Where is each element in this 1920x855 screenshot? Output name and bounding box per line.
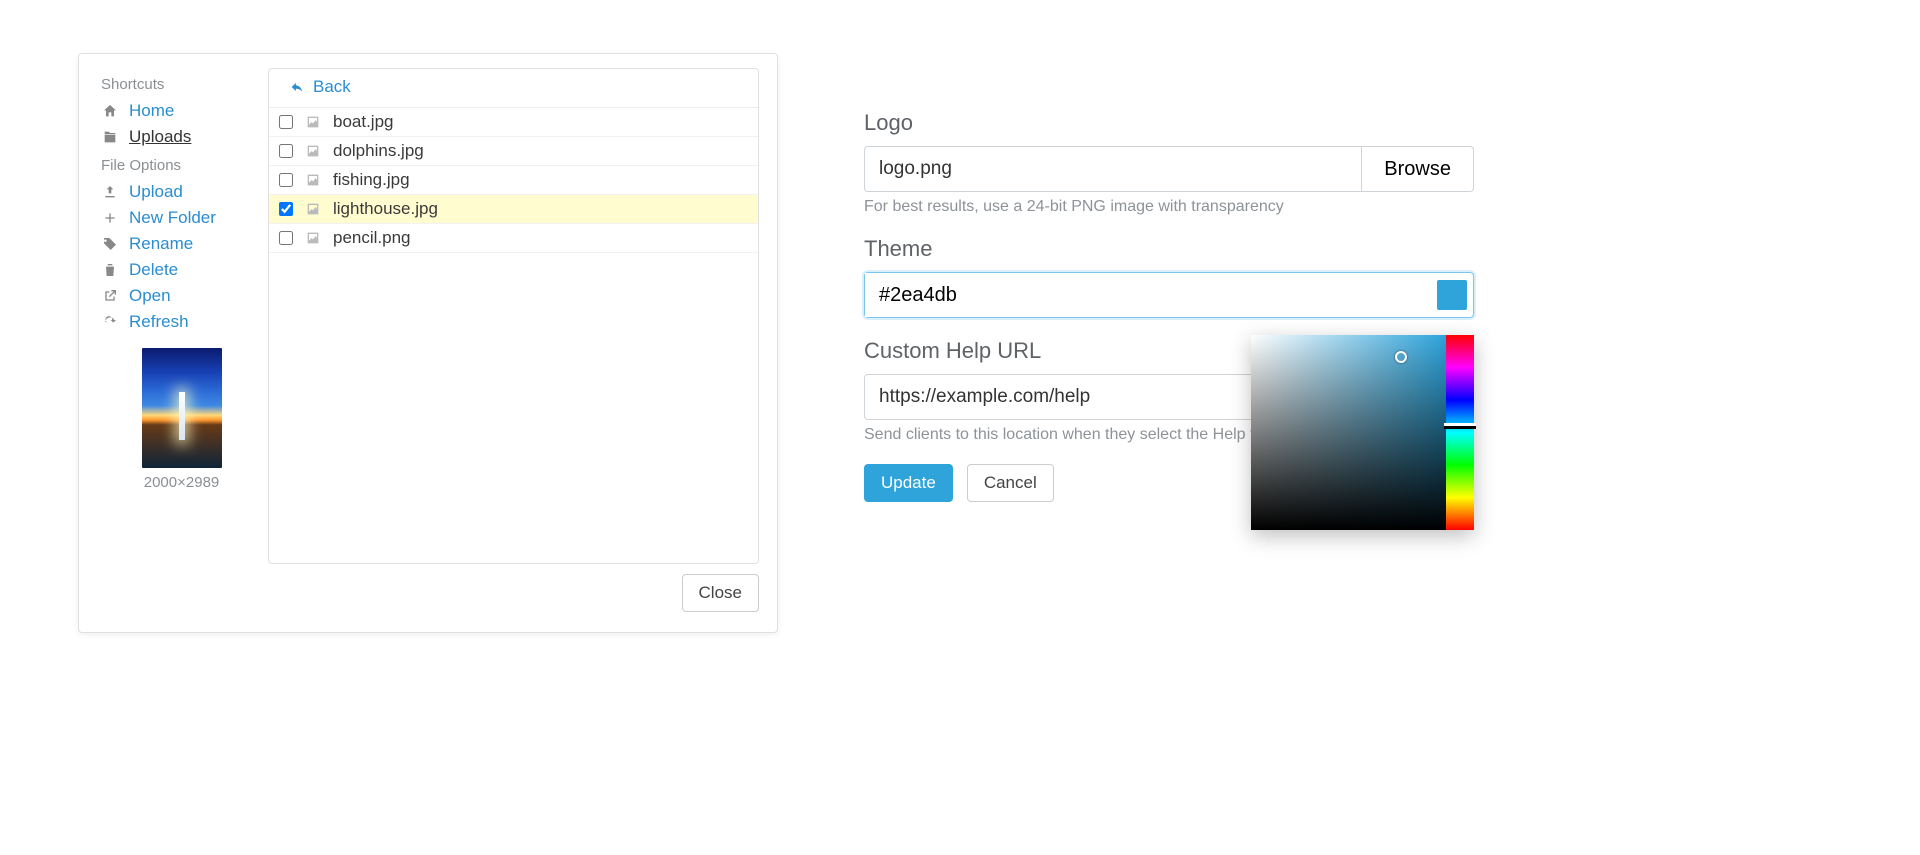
file-options-header: File Options — [101, 157, 262, 174]
file-browser: Shortcuts Home Uploads File Options Uploa… — [78, 53, 778, 633]
browse-button[interactable]: Browse — [1361, 146, 1474, 192]
file-name: dolphins.jpg — [333, 141, 748, 161]
color-picker-hue-marker[interactable] — [1444, 423, 1476, 429]
plus-icon — [101, 210, 119, 226]
logo-input[interactable] — [864, 146, 1361, 192]
back-row: Back — [269, 69, 758, 108]
action-label: Rename — [129, 234, 193, 254]
theme-input-group — [864, 272, 1474, 318]
image-icon — [305, 201, 321, 217]
back-label: Back — [313, 77, 351, 97]
preview-thumbnail — [142, 348, 222, 468]
file-checkbox[interactable] — [279, 173, 293, 187]
color-picker-sv[interactable] — [1251, 335, 1446, 530]
file-browser-sidebar: Shortcuts Home Uploads File Options Uploa… — [93, 54, 268, 564]
file-preview: 2000×2989 — [101, 348, 262, 491]
file-checkbox[interactable] — [279, 144, 293, 158]
theme-swatch[interactable] — [1437, 280, 1467, 310]
update-button[interactable]: Update — [864, 464, 953, 502]
sidebar-item-home[interactable]: Home — [101, 101, 262, 121]
file-name: boat.jpg — [333, 112, 748, 132]
sidebar-item-label: Home — [129, 101, 174, 121]
file-row[interactable]: pencil.png — [269, 224, 758, 253]
action-new-folder[interactable]: New Folder — [101, 208, 262, 228]
action-open[interactable]: Open — [101, 286, 262, 306]
trash-icon — [101, 262, 119, 278]
file-name: pencil.png — [333, 228, 748, 248]
file-name: lighthouse.jpg — [333, 199, 748, 219]
action-label: Refresh — [129, 312, 189, 332]
close-button[interactable]: Close — [682, 574, 759, 612]
sidebar-item-label: Uploads — [129, 127, 191, 147]
file-options-list: Upload New Folder Rename Delete Open Refresh — [101, 182, 262, 332]
file-row[interactable]: dolphins.jpg — [269, 137, 758, 166]
action-label: Upload — [129, 182, 183, 202]
action-label: Open — [129, 286, 171, 306]
image-icon — [305, 114, 321, 130]
preview-dimensions: 2000×2989 — [101, 474, 262, 491]
action-label: New Folder — [129, 208, 216, 228]
upload-icon — [101, 184, 119, 200]
action-rename[interactable]: Rename — [101, 234, 262, 254]
shortcuts-list: Home Uploads — [101, 101, 262, 147]
action-refresh[interactable]: Refresh — [101, 312, 262, 332]
file-list: boat.jpg dolphins.jpg fishing.jpg lighthous… — [269, 108, 758, 563]
shortcuts-header: Shortcuts — [101, 76, 262, 93]
image-icon — [305, 143, 321, 159]
file-row[interactable]: fishing.jpg — [269, 166, 758, 195]
back-link[interactable]: Back — [289, 77, 351, 97]
file-row[interactable]: lighthouse.jpg — [269, 195, 758, 224]
theme-input[interactable] — [865, 273, 1437, 317]
color-picker-hue[interactable] — [1446, 335, 1474, 530]
external-icon — [101, 288, 119, 304]
tag-icon — [101, 236, 119, 252]
action-label: Delete — [129, 260, 178, 280]
logo-hint: For best results, use a 24-bit PNG image… — [864, 198, 1474, 216]
color-picker-cursor[interactable] — [1395, 351, 1407, 363]
home-icon — [101, 103, 119, 119]
theme-label: Theme — [864, 236, 1474, 262]
refresh-icon — [101, 314, 119, 330]
file-checkbox[interactable] — [279, 231, 293, 245]
file-checkbox[interactable] — [279, 115, 293, 129]
folder-icon — [101, 129, 119, 145]
image-icon — [305, 172, 321, 188]
file-row[interactable]: boat.jpg — [269, 108, 758, 137]
sidebar-item-uploads[interactable]: Uploads — [101, 127, 262, 147]
file-name: fishing.jpg — [333, 170, 748, 190]
logo-label: Logo — [864, 110, 1474, 136]
color-picker — [1251, 335, 1474, 530]
file-checkbox[interactable] — [279, 202, 293, 216]
action-delete[interactable]: Delete — [101, 260, 262, 280]
action-upload[interactable]: Upload — [101, 182, 262, 202]
cancel-button[interactable]: Cancel — [967, 464, 1054, 502]
image-icon — [305, 230, 321, 246]
file-list-panel: Back boat.jpg dolphins.jpg fishing.jpg ligh… — [268, 68, 759, 564]
reply-icon — [289, 80, 305, 94]
